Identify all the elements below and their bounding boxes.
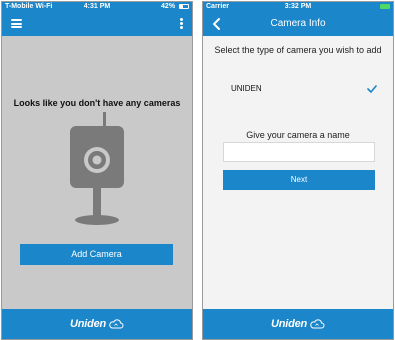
camera-info-form: Select the type of camera you wish to ad… [203,36,393,309]
cloud-icon [310,319,325,329]
clock: 3:32 PM [284,3,312,10]
brand-logo: Uniden [270,318,308,330]
add-camera-button[interactable]: Add Camera [20,244,173,265]
brand-footer: Uniden [2,309,192,339]
battery-icon [380,3,390,9]
checkmark-icon [367,85,377,93]
page-title: Camera Info [270,18,326,29]
brand-logo: Uniden [69,318,107,330]
next-button[interactable]: Next [223,170,375,190]
battery-status: 42% [161,2,189,12]
status-bar: Carrier 3:32 PM [203,2,393,12]
camera-name-prompt: Give your camera a name [246,130,350,140]
brand-footer: Uniden [203,309,393,339]
empty-cameras-screen: T-Mobile Wi-Fi 4:31 PM 42% Looks like yo… [1,1,193,340]
hamburger-menu-icon[interactable] [11,19,22,28]
cloud-icon [109,319,124,329]
camera-name-input[interactable] [223,142,375,162]
camera-placeholder-icon [70,112,124,225]
battery-status [378,2,390,12]
top-nav-bar [2,12,192,36]
battery-percent: 42% [161,3,176,10]
more-vertical-icon[interactable] [180,18,184,30]
battery-icon [179,3,189,9]
top-nav-bar: Camera Info [203,12,393,36]
empty-state-message: Looks like you don't have any cameras [13,98,181,108]
camera-type-label: UNIDEN [231,84,262,93]
camera-type-option[interactable]: UNIDEN [203,82,393,96]
camera-info-screen: Carrier 3:32 PM Camera Info Select the t… [202,1,394,340]
camera-type-prompt: Select the type of camera you wish to ad… [214,45,382,55]
status-bar: T-Mobile Wi-Fi 4:31 PM 42% [2,2,192,12]
